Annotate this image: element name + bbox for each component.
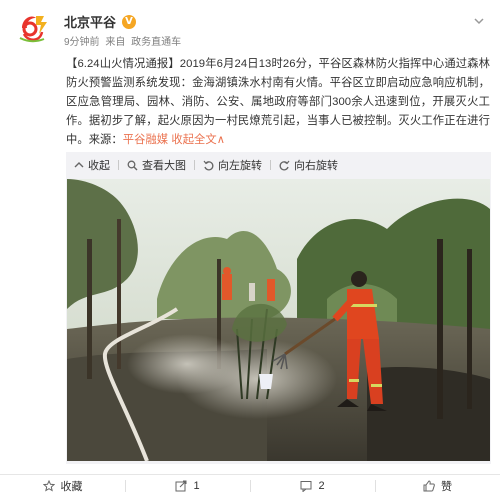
author-name[interactable]: 北京平谷 V [64,12,137,31]
chevron-down-icon[interactable] [472,14,486,28]
chevron-up-icon: ∧ [216,134,226,146]
collapse-text-link[interactable]: 收起全文∧ [171,134,225,146]
favorite-label: 收藏 [60,480,83,493]
post-photo[interactable] [67,179,490,461]
image-toolbar: 收起 查看大图 向左旋转 向右旋转 [66,152,491,178]
media-panel: 收起 查看大图 向左旋转 向右旋转 [66,152,491,464]
post-hashtag: 【6.24山火情况通报】 [66,58,180,70]
thumbs-up-icon [423,479,435,491]
post-text: 【6.24山火情况通报】2019年6月24日13时26分，平谷区森林防火指挥中心… [66,55,490,150]
view-large-label: 查看大图 [142,160,186,172]
magnify-icon [127,160,138,170]
avatar[interactable] [14,8,52,46]
repost-button[interactable]: 1 [125,475,250,496]
like-label: 赞 [441,480,452,493]
rotate-left-button[interactable]: 向左旋转 [195,152,270,178]
verified-badge-icon: V [122,14,137,29]
repost-icon [175,480,187,491]
like-button[interactable]: 赞 [375,475,500,496]
author-name-text[interactable]: 北京平谷 [64,12,116,31]
post-header: 北京平谷 V 9分钟前 来自 政务直通车 [0,0,500,52]
post-time[interactable]: 9分钟前 [64,37,100,48]
action-bar: 收藏 1 2 赞 [0,474,500,496]
collapse-image-button[interactable]: 收起 [66,152,118,178]
rotate-left-icon [203,160,214,170]
comment-count: 2 [318,479,325,492]
view-large-button[interactable]: 查看大图 [119,152,194,178]
post-source[interactable]: 政务直通车 [131,37,181,48]
repost-count: 1 [193,479,200,492]
favorite-button[interactable]: 收藏 [0,475,125,496]
rotate-left-label: 向左旋转 [218,160,262,172]
collapse-image-label: 收起 [88,160,110,172]
collapse-icon [74,162,84,168]
rotate-right-label: 向右旋转 [294,160,338,172]
source-link[interactable]: 平谷融媒 [123,134,168,146]
comment-icon [300,480,312,492]
source-prefix: 来自 [105,37,126,48]
comment-button[interactable]: 2 [250,475,375,496]
star-icon [42,479,55,492]
rotate-right-button[interactable]: 向右旋转 [271,152,346,178]
collapse-text-label: 收起全文 [171,134,217,146]
post-meta: 9分钟前 来自 政务直通车 [64,33,184,48]
rotate-right-icon [279,160,290,170]
post-body: 2019年6月24日13时26分，平谷区森林防火指挥中心通过森林防火预警监测系统… [66,58,490,146]
